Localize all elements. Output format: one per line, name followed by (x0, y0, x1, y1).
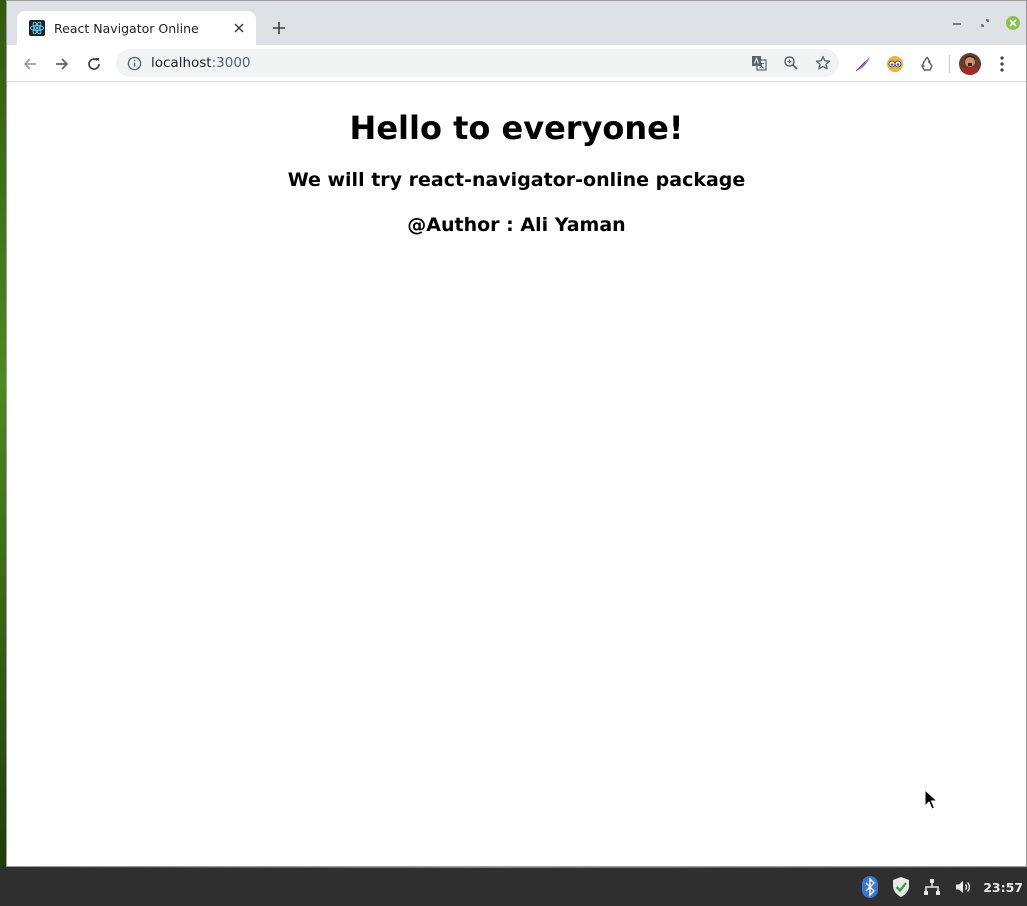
zoom-icon[interactable] (781, 53, 801, 73)
site-info-icon[interactable] (126, 55, 142, 71)
close-window-icon[interactable] (1004, 14, 1022, 32)
page-viewport: Hello to everyone! We will try react-nav… (7, 83, 1026, 866)
url-port: :3000 (211, 55, 251, 71)
network-icon[interactable] (920, 875, 944, 899)
restore-icon[interactable] (976, 14, 994, 32)
taskbar: 23:57 (0, 868, 1027, 906)
url-text[interactable]: localhost:3000 (151, 55, 251, 71)
page-subheading: We will try react-navigator-online packa… (287, 169, 746, 191)
toolbar-separator (949, 55, 950, 73)
reload-icon[interactable] (80, 50, 108, 78)
page-heading: Hello to everyone! (349, 109, 684, 147)
omnibox-actions (749, 53, 833, 73)
translate-icon[interactable] (749, 53, 769, 73)
recycle-extension-icon[interactable] (913, 50, 941, 78)
url-host: localhost (151, 55, 212, 71)
eyes-extension-icon[interactable] (881, 50, 909, 78)
extensions-bar (849, 50, 1020, 78)
minimize-icon[interactable] (948, 14, 966, 32)
page-content: Hello to everyone! We will try react-nav… (7, 110, 1026, 237)
shield-check-icon[interactable] (889, 875, 913, 899)
profile-avatar-icon[interactable] (956, 50, 984, 78)
clock[interactable]: 23:57 (983, 880, 1023, 895)
tab-strip: React Navigator Online (7, 1, 1026, 45)
window-controls (948, 14, 1022, 32)
tab-title: React Navigator Online (54, 20, 199, 36)
close-tab-icon[interactable] (230, 19, 248, 37)
new-tab-button[interactable] (268, 17, 290, 39)
volume-icon[interactable] (951, 875, 975, 899)
forward-icon[interactable] (48, 50, 76, 78)
more-menu-icon[interactable] (988, 50, 1016, 78)
mouse-pointer-icon (924, 788, 939, 815)
back-icon[interactable] (16, 50, 44, 78)
feather-extension-icon[interactable] (849, 50, 877, 78)
bookmark-star-icon[interactable] (813, 53, 833, 73)
browser-window: React Navigator Online localhost:3000 He… (6, 0, 1027, 867)
author-line: @Author : Ali Yaman (407, 214, 626, 236)
bluetooth-icon[interactable] (858, 875, 882, 899)
browser-toolbar: localhost:3000 (7, 45, 1026, 82)
react-icon (29, 20, 45, 36)
address-bar[interactable]: localhost:3000 (116, 49, 839, 77)
tab-react-navigator-online[interactable]: React Navigator Online (17, 11, 256, 45)
